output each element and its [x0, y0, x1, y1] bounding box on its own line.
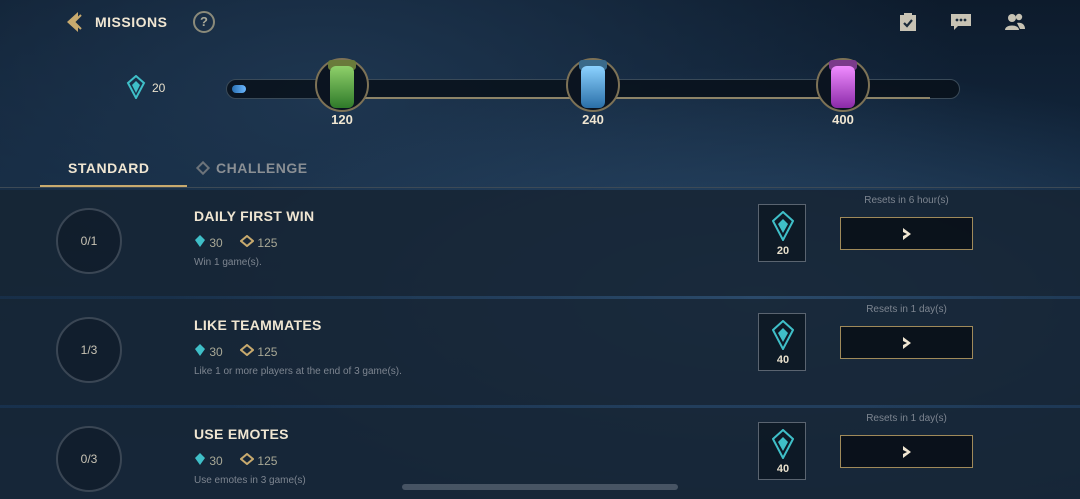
back-chevron-icon[interactable] [62, 10, 86, 34]
blue-essence-icon [239, 452, 255, 468]
scroll-indicator[interactable] [402, 484, 678, 490]
mission-description: Win 1 game(s). [194, 257, 262, 268]
help-button[interactable]: ? [193, 11, 215, 33]
mission-rewards: 30 125 [194, 452, 277, 469]
progress-fill [232, 85, 246, 93]
tab-standard[interactable]: STANDARD [68, 160, 150, 176]
mission-xp: 30 [209, 453, 223, 468]
mission-currency: 125 [257, 344, 278, 359]
mission-description: Use emotes in 3 game(s) [194, 475, 306, 486]
mission-progress: 0/1 [56, 208, 122, 274]
mission-xp: 30 [209, 344, 223, 359]
mission-token-value: 40 [776, 354, 790, 366]
mission-currency: 125 [257, 235, 278, 250]
reward-capsule-400[interactable] [816, 58, 870, 112]
tab-challenge[interactable]: CHALLENGE [216, 160, 308, 176]
mission-go-button[interactable] [840, 217, 973, 250]
friends-icon[interactable] [1004, 12, 1026, 34]
mission-token: 40 [758, 422, 806, 480]
mission-rewards: 30 125 [194, 343, 277, 360]
blue-essence-icon [239, 234, 255, 250]
mission-rewards: 30 125 [194, 234, 277, 251]
mission-progress: 0/3 [56, 426, 122, 492]
mission-title: USE EMOTES [194, 426, 289, 442]
tabs-divider [0, 187, 1080, 188]
mission-card: 0/1 DAILY FIRST WIN 30 125 Win 1 game(s)… [0, 190, 1080, 296]
chat-icon[interactable] [950, 12, 972, 34]
mission-reset-timer: Resets in 1 day(s) [866, 304, 947, 315]
page-title: MISSIONS [95, 14, 168, 30]
reward-label-120: 120 [331, 112, 353, 127]
arrow-right-icon [903, 446, 911, 458]
reward-capsule-120[interactable] [315, 58, 369, 112]
arrow-right-icon [903, 228, 911, 240]
mission-card: 1/3 LIKE TEAMMATES 30 125 Like 1 or more… [0, 299, 1080, 405]
top-bar: MISSIONS ? [0, 0, 1080, 46]
mission-go-button[interactable] [840, 326, 973, 359]
mission-tabs: STANDARD CHALLENGE [0, 150, 1080, 188]
mission-reset-timer: Resets in 1 day(s) [866, 413, 947, 424]
reward-label-400: 400 [832, 112, 854, 127]
xp-crystal-icon [126, 74, 146, 101]
xp-value: 20 [152, 81, 166, 95]
clipboard-check-icon[interactable] [898, 12, 920, 34]
mission-go-button[interactable] [840, 435, 973, 468]
mission-description: Like 1 or more players at the end of 3 g… [194, 366, 402, 377]
mission-title: LIKE TEAMMATES [194, 317, 322, 333]
reward-label-240: 240 [582, 112, 604, 127]
mission-token-value: 20 [776, 245, 790, 257]
blue-essence-icon [239, 343, 255, 359]
mission-xp: 30 [209, 235, 223, 250]
arrow-right-icon [903, 337, 911, 349]
mission-currency: 125 [257, 453, 278, 468]
xp-crystal-icon [194, 234, 206, 251]
reward-capsule-240[interactable] [566, 58, 620, 112]
mission-token: 40 [758, 313, 806, 371]
xp-crystal-icon [194, 343, 206, 360]
xp-crystal-icon [194, 452, 206, 469]
mission-reset-timer: Resets in 6 hour(s) [864, 195, 949, 206]
mission-progress: 1/3 [56, 317, 122, 383]
mission-token-value: 40 [776, 463, 790, 475]
mission-title: DAILY FIRST WIN [194, 208, 315, 224]
mission-token: 20 [758, 204, 806, 262]
